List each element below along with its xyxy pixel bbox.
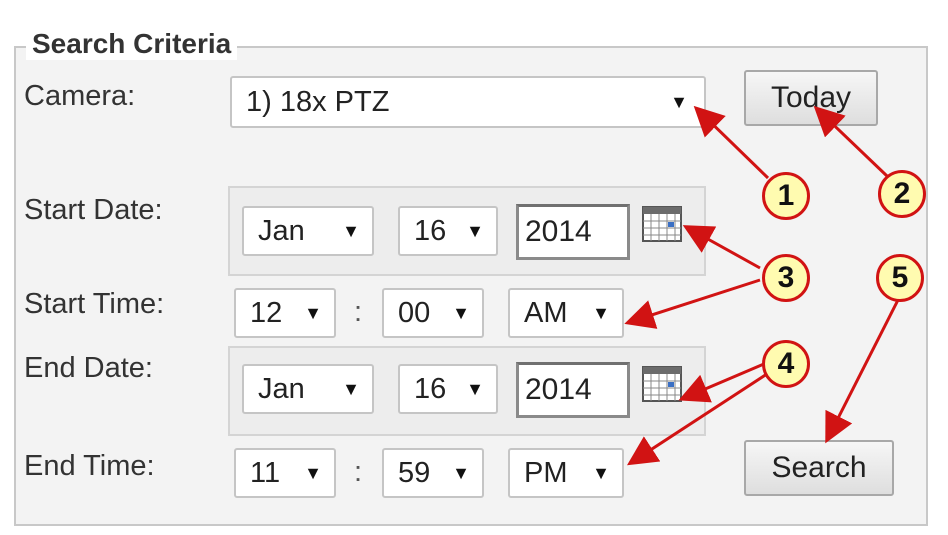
callout-5: 5 (876, 254, 924, 302)
arrow-3b (624, 278, 761, 329)
arrow-3a (682, 225, 761, 270)
callout-4: 4 (762, 340, 810, 388)
callout-3: 3 (762, 254, 810, 302)
arrow-2 (813, 105, 889, 178)
arrow-1 (693, 105, 770, 180)
callout-2: 2 (878, 170, 926, 218)
callout-1: 1 (762, 172, 810, 220)
arrow-4a (678, 362, 765, 403)
arrow-5 (825, 299, 900, 444)
arrow-4b (626, 370, 771, 466)
